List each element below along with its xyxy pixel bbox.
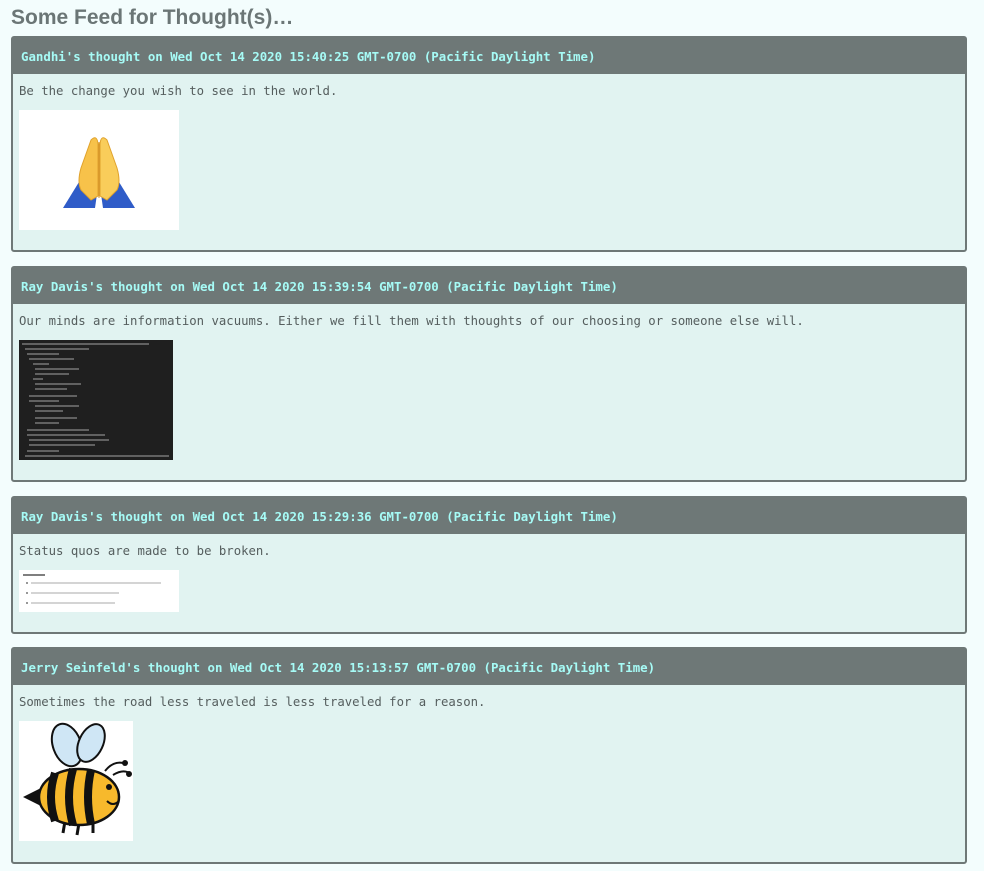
thought-text: Status quos are made to be broken.	[19, 544, 271, 558]
thought-text: Our minds are information vacuums. Eithe…	[19, 314, 804, 328]
bee-image	[19, 721, 133, 841]
thought-header: Gandhi's thought on Wed Oct 14 2020 15:4…	[13, 38, 965, 74]
page-title: Some Feed for Thought(s)…	[11, 6, 294, 29]
thought-card: Gandhi's thought on Wed Oct 14 2020 15:4…	[11, 36, 967, 252]
thought-card: Jerry Seinfeld's thought on Wed Oct 14 2…	[11, 647, 967, 864]
user-stories-screenshot-image	[19, 570, 179, 612]
thought-header: Ray Davis's thought on Wed Oct 14 2020 1…	[13, 498, 965, 534]
thought-card: Ray Davis's thought on Wed Oct 14 2020 1…	[11, 496, 967, 634]
thought-header: Ray Davis's thought on Wed Oct 14 2020 1…	[13, 268, 965, 304]
thought-header: Jerry Seinfeld's thought on Wed Oct 14 2…	[13, 649, 965, 685]
terminal-screenshot-image	[19, 340, 173, 460]
folded-hands-image	[19, 110, 179, 230]
thought-text: Be the change you wish to see in the wor…	[19, 84, 338, 98]
thought-text: Sometimes the road less traveled is less…	[19, 695, 486, 709]
thought-card: Ray Davis's thought on Wed Oct 14 2020 1…	[11, 266, 967, 482]
